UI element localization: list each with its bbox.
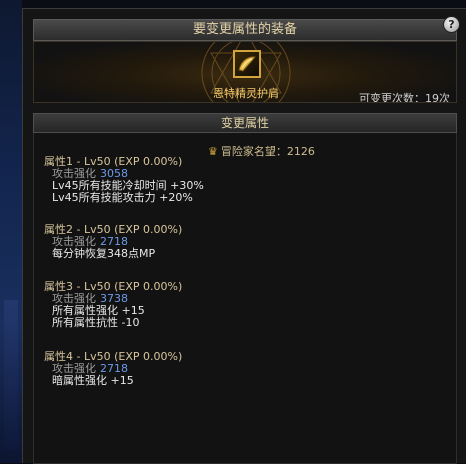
shoulder-armor-icon[interactable] [233,50,261,78]
window-title-text: 要变更属性的装备 [192,22,297,37]
attribute-group-1[interactable]: 属性1 - Lv50 (EXP 0.00%) 攻击强化 3058 Lv45所有技能… [44,155,444,204]
section-title-text: 变更属性 [220,116,269,130]
shoulder-armor-glyph [238,56,256,72]
attribute-line: 暗属性强化 +15 [52,374,134,387]
attribute-line: 所有属性抗性 -10 [52,316,140,329]
section-title: 变更属性 [33,113,457,133]
window-title: 要变更属性的装备 [33,19,457,41]
attribute-line: Lv45所有技能攻击力 +20% [52,191,193,204]
change-count: 可变更次数：19次 [359,92,450,103]
attribute-line: 每分钟恢复348点MP [52,247,156,260]
background-scene [0,0,22,463]
equipment-display: 恩特精灵护肩 可变更次数：19次 [33,41,457,103]
attribute-group-4[interactable]: 属性4 - Lv50 (EXP 0.00%) 攻击强化 2718 暗属性强化 +1… [44,350,444,387]
help-icon[interactable]: ? [443,16,460,33]
attribute-list: ♛ 冒险家名望：2126 属性1 - Lv50 (EXP 0.00%) 攻击强化 3… [33,133,457,464]
attribute-group-2[interactable]: 属性2 - Lv50 (EXP 0.00%) 攻击强化 2718 每分钟恢复348… [44,223,444,260]
attribute-group-3[interactable]: 属性3 - Lv50 (EXP 0.00%) 攻击强化 3738 所有属性强化 +… [44,280,444,329]
attribute-change-window: 要变更属性的装备 ? 恩特精灵护肩 可变更次数：19次 变更属性 ♛ 冒险家名望：… [22,8,466,464]
